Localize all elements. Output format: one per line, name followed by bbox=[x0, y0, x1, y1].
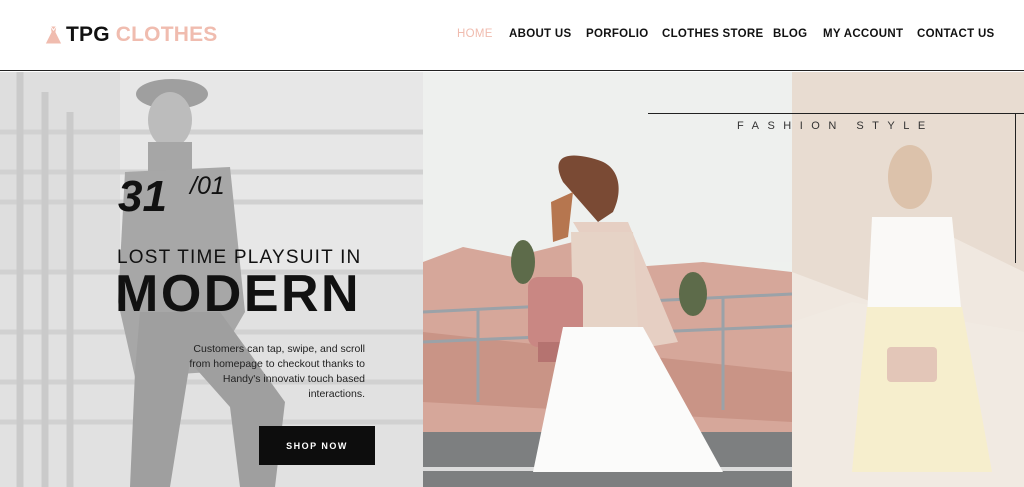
nav-item-my-account[interactable]: MY ACCOUNT bbox=[823, 28, 903, 40]
main-nav: HOME ABOUT US PORFOLIO CLOTHES STORE BLO… bbox=[0, 28, 1024, 44]
nav-item-about-us[interactable]: ABOUT US bbox=[509, 28, 571, 40]
hero-slider: 31 /01 LOST TIME PLAYSUIT IN MODERN Cust… bbox=[0, 72, 1024, 487]
slide-date-day: 31 bbox=[118, 172, 167, 221]
hero-image-right bbox=[792, 72, 1024, 487]
shop-now-button[interactable]: SHOP NOW bbox=[259, 426, 375, 465]
decorative-line bbox=[648, 113, 1024, 114]
nav-item-clothes-store[interactable]: CLOTHES STORE bbox=[662, 28, 763, 40]
site-header: TPG CLOTHES HOME ABOUT US PORFOLIO CLOTH… bbox=[0, 0, 1024, 71]
fashion-style-caption: FASHION STYLE bbox=[737, 120, 934, 132]
nav-item-contact-us[interactable]: CONTACT US bbox=[917, 28, 995, 40]
nav-item-blog[interactable]: BLOG bbox=[773, 28, 807, 40]
hero-image-center bbox=[423, 72, 792, 487]
slide-description: Customers can tap, swipe, and scroll fro… bbox=[189, 343, 365, 400]
decorative-vertical-line bbox=[1015, 113, 1016, 263]
slide-headline: MODERN bbox=[115, 265, 362, 323]
slide-date-month: /01 bbox=[190, 172, 225, 200]
nav-item-home[interactable]: HOME bbox=[457, 28, 493, 40]
image-overlay-right bbox=[792, 72, 1024, 487]
nav-item-portfolio[interactable]: PORFOLIO bbox=[586, 28, 648, 40]
